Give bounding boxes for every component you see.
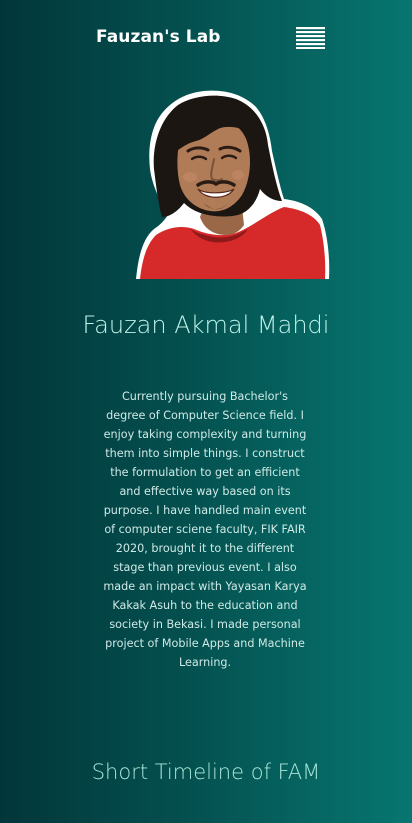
timeline-section-title: Short Timeline of FAM (91, 760, 321, 785)
profile-photo-illustration (136, 90, 330, 279)
profile-name: Fauzan Akmal Mahdi (82, 311, 330, 340)
profile-photo (134, 89, 330, 281)
hamburger-menu-icon (296, 27, 325, 49)
navbar: Fauzan's Lab (0, 0, 412, 78)
brand-logo-text[interactable]: Fauzan's Lab (96, 27, 221, 47)
menu-button[interactable] (296, 27, 325, 49)
page: Fauzan's Lab Fauzan Akmal Mahdi Currentl… (0, 0, 412, 823)
profile-bio: Currently pursuing Bachelor's degree of … (103, 390, 307, 670)
